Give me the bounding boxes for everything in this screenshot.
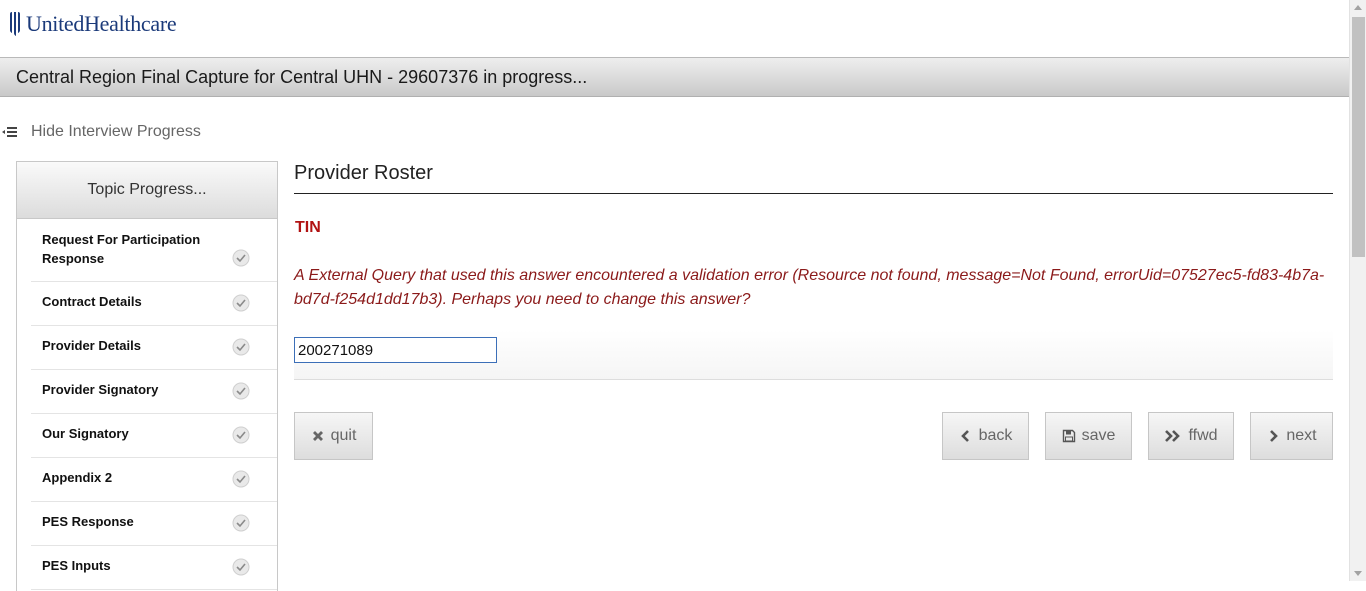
quit-label: quit — [330, 427, 357, 444]
check-icon — [232, 558, 250, 576]
scrollbar-thumb[interactable] — [1352, 17, 1365, 257]
scroll-down-icon[interactable] — [1354, 571, 1362, 576]
topic-item-label: Appendix 2 — [42, 470, 113, 485]
check-icon — [232, 338, 250, 356]
topic-item-contract-details[interactable]: Contract Details — [31, 282, 277, 326]
hide-progress-label: Hide Interview Progress — [31, 123, 201, 140]
check-icon — [232, 382, 250, 400]
shield-logo-icon — [10, 12, 20, 36]
check-icon — [232, 514, 250, 532]
topic-item-label: PES Inputs — [42, 558, 111, 573]
tin-input-row — [294, 330, 1333, 380]
topic-progress-panel: Topic Progress... Request For Participat… — [16, 161, 278, 591]
page-title: Central Region Final Capture for Central… — [16, 67, 588, 87]
next-label: next — [1286, 427, 1317, 444]
floppy-icon — [1062, 429, 1075, 443]
section-title: Provider Roster — [294, 162, 1333, 194]
topic-item-provider-details[interactable]: Provider Details — [31, 326, 277, 370]
topic-item-label: Provider Signatory — [42, 382, 159, 397]
brand-logo: UnitedHealthcare — [8, 10, 177, 38]
topic-item-label: Request For Participation Response — [42, 232, 201, 266]
topic-item-label: Our Signatory — [42, 426, 129, 441]
ffwd-label: ffwd — [1188, 427, 1218, 444]
ffwd-button[interactable]: ffwd — [1148, 412, 1234, 460]
hide-progress-toggle[interactable]: Hide Interview Progress — [2, 123, 201, 141]
topic-item-label: Contract Details — [42, 294, 142, 309]
check-icon — [232, 294, 250, 312]
check-icon — [232, 426, 250, 444]
topic-item-pes-inputs[interactable]: PES Inputs — [31, 546, 277, 590]
tin-input[interactable] — [294, 337, 497, 363]
menu-icon — [2, 127, 17, 137]
back-label: back — [978, 427, 1013, 444]
quit-button[interactable]: quit — [294, 412, 373, 460]
save-button[interactable]: save — [1045, 412, 1132, 460]
topic-item-pes-response[interactable]: PES Response — [31, 502, 277, 546]
scroll-up-icon[interactable] — [1354, 5, 1362, 10]
double-chevron-right-icon — [1165, 430, 1181, 442]
check-icon — [232, 249, 250, 267]
chevron-right-icon — [1270, 430, 1279, 442]
check-icon — [232, 470, 250, 488]
next-button[interactable]: next — [1250, 412, 1333, 460]
topic-item-label: PES Response — [42, 514, 134, 529]
title-bar: Central Region Final Capture for Central… — [0, 57, 1349, 97]
close-icon — [312, 431, 323, 441]
topic-item-our-signatory[interactable]: Our Signatory — [31, 414, 277, 458]
save-label: save — [1081, 427, 1116, 444]
tin-label: TIN — [295, 219, 321, 236]
topic-item-request-for-participation[interactable]: Request For Participation Response — [31, 219, 277, 282]
back-button[interactable]: back — [942, 412, 1029, 460]
topic-item-provider-signatory[interactable]: Provider Signatory — [31, 370, 277, 414]
brand-name: UnitedHealthcare — [26, 11, 177, 36]
topic-item-appendix-2[interactable]: Appendix 2 — [31, 458, 277, 502]
validation-error-message: A External Query that used this answer e… — [294, 267, 1325, 308]
chevron-left-icon — [960, 430, 969, 442]
topic-progress-header: Topic Progress... — [17, 162, 277, 219]
page-scrollbar[interactable] — [1349, 0, 1366, 581]
topic-item-label: Provider Details — [42, 338, 141, 353]
